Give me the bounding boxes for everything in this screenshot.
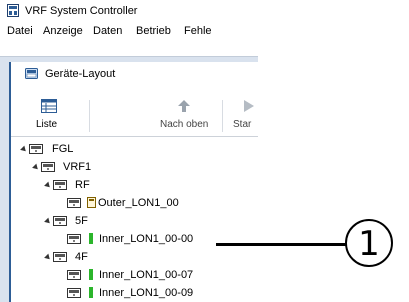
tree-node-label: 5F — [75, 215, 88, 227]
menu-fehler[interactable]: Fehle — [184, 25, 212, 37]
device-icon — [67, 234, 81, 244]
collapse-icon[interactable] — [32, 163, 40, 172]
collapse-icon[interactable] — [44, 217, 52, 226]
toolbar-separator — [222, 100, 223, 132]
start-button[interactable]: Star — [231, 96, 258, 136]
device-icon — [53, 216, 67, 226]
outdoor-unit-icon — [87, 197, 96, 208]
device-icon — [41, 162, 55, 172]
collapse-icon[interactable] — [44, 181, 52, 190]
tree-node-label: Inner_LON1_00-07 — [99, 269, 194, 281]
list-icon — [41, 99, 57, 113]
menu-betrieb[interactable]: Betrieb — [136, 25, 171, 37]
device-icon — [67, 198, 81, 208]
tree-node-label: VRF1 — [63, 161, 92, 173]
title-bar: VRF System Controller — [0, 0, 258, 22]
toolbar: Liste Nach oben Star — [11, 96, 258, 137]
app-window: VRF System Controller Datei Anzeige Date… — [0, 0, 258, 302]
layout-window-titlebar[interactable]: Geräte-Layout — [11, 62, 258, 84]
callout-leader-line — [216, 243, 348, 246]
list-button[interactable]: Liste — [27, 96, 71, 136]
toolbar-separator — [89, 100, 90, 132]
tree-node-label: Inner_LON1_00-00 — [99, 233, 194, 245]
menu-anzeige[interactable]: Anzeige — [43, 25, 83, 37]
device-icon — [67, 288, 81, 298]
device-icon — [53, 252, 67, 262]
window-title: VRF System Controller — [25, 5, 138, 17]
device-icon — [53, 180, 67, 190]
device-icon — [67, 270, 81, 280]
collapse-icon[interactable] — [44, 253, 52, 262]
list-button-label: Liste — [36, 119, 58, 130]
tree-node-label: 4F — [75, 251, 88, 263]
tree-node-label: RF — [75, 179, 90, 191]
collapse-icon[interactable] — [20, 145, 28, 154]
indoor-unit-icon — [89, 269, 93, 280]
indoor-unit-icon — [89, 233, 93, 244]
up-button-label: Nach oben — [160, 119, 209, 130]
up-button[interactable]: Nach oben — [154, 96, 214, 136]
start-icon — [244, 100, 254, 112]
arrow-up-icon — [178, 100, 190, 112]
menu-datei[interactable]: Datei — [7, 25, 33, 37]
tree-node-label: Outer_LON1_00 — [98, 197, 179, 209]
menu-daten[interactable]: Daten — [93, 25, 122, 37]
callout-marker: 1 — [345, 219, 393, 267]
tree-node-label: FGL — [52, 143, 74, 155]
callout-number: 1 — [358, 224, 380, 264]
layout-window: Geräte-Layout Liste Nach oben Star FGL V… — [9, 62, 258, 302]
menu-bar: Datei Anzeige Daten Betrieb Fehle — [0, 22, 258, 42]
layout-icon — [25, 68, 38, 79]
tree-node-label: Inner_LON1_00-09 — [99, 287, 194, 299]
device-tree: FGL VRF1 RF Outer_LON1_00 5F Inner_LON1_… — [11, 138, 258, 302]
app-icon — [7, 4, 19, 17]
start-button-label: Star — [233, 119, 252, 130]
layout-window-title: Geräte-Layout — [45, 68, 116, 80]
device-icon — [29, 144, 43, 154]
indoor-unit-icon — [89, 287, 93, 298]
